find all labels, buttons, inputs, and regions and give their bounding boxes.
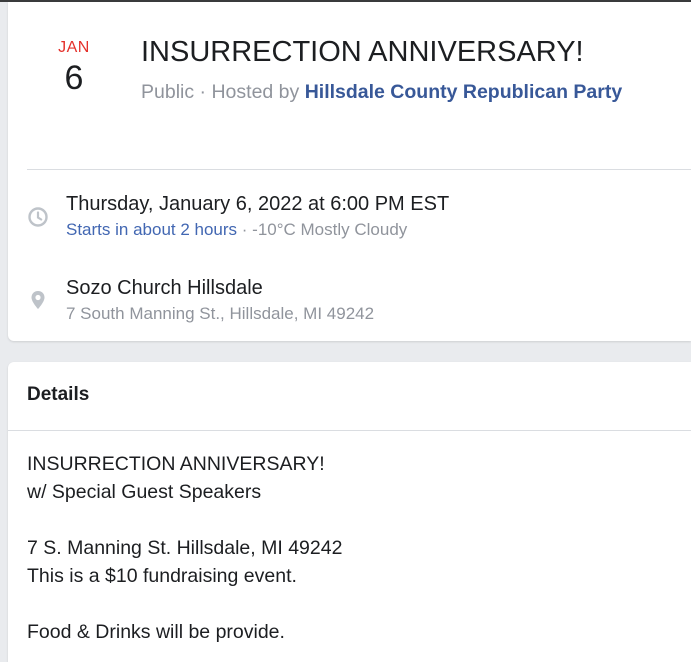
event-meta-line: Public · Hosted by Hillsdale County Repu… bbox=[141, 79, 622, 105]
location-address: 7 South Manning St., Hillsdale, MI 49242 bbox=[66, 304, 375, 323]
event-title: INSURRECTION ANNIVERSARY! bbox=[141, 36, 584, 68]
starts-in-link[interactable]: Starts in about 2 hours bbox=[66, 220, 237, 239]
description-line: This is a $10 fundraising event. bbox=[27, 565, 297, 587]
event-month: JAN bbox=[58, 39, 90, 56]
description-line: INSURRECTION ANNIVERSARY! bbox=[27, 453, 325, 475]
event-date-badge: JAN 6 bbox=[48, 38, 100, 98]
details-divider bbox=[8, 430, 691, 431]
description-line: w/ Special Guest Speakers bbox=[27, 481, 262, 503]
details-heading: Details bbox=[27, 384, 90, 405]
header-divider bbox=[27, 169, 691, 170]
hosted-by-prefix: Hosted by bbox=[211, 81, 305, 103]
details-card: Details INSURRECTION ANNIVERSARY! w/ Spe… bbox=[8, 362, 691, 662]
event-day: 6 bbox=[64, 59, 84, 97]
description-line: 7 S. Manning St. Hillsdale, MI 49242 bbox=[27, 537, 343, 559]
event-time-status: Starts in about 2 hours · -10°C Mostly C… bbox=[66, 219, 407, 241]
privacy-label: Public bbox=[141, 81, 195, 103]
meta-separator: · bbox=[194, 81, 212, 103]
map-pin-icon bbox=[31, 291, 45, 309]
event-datetime: Thursday, January 6, 2022 at 6:00 PM EST bbox=[66, 193, 450, 215]
location-name[interactable]: Sozo Church Hillsdale bbox=[66, 275, 263, 301]
clock-icon bbox=[28, 207, 48, 227]
weather-text: · -10°C Mostly Cloudy bbox=[237, 220, 408, 239]
event-header-card: JAN 6 INSURRECTION ANNIVERSARY! Public ·… bbox=[8, 2, 691, 341]
description-line: Food & Drinks will be provide. bbox=[27, 621, 285, 643]
host-link[interactable]: Hillsdale County Republican Party bbox=[305, 81, 622, 103]
